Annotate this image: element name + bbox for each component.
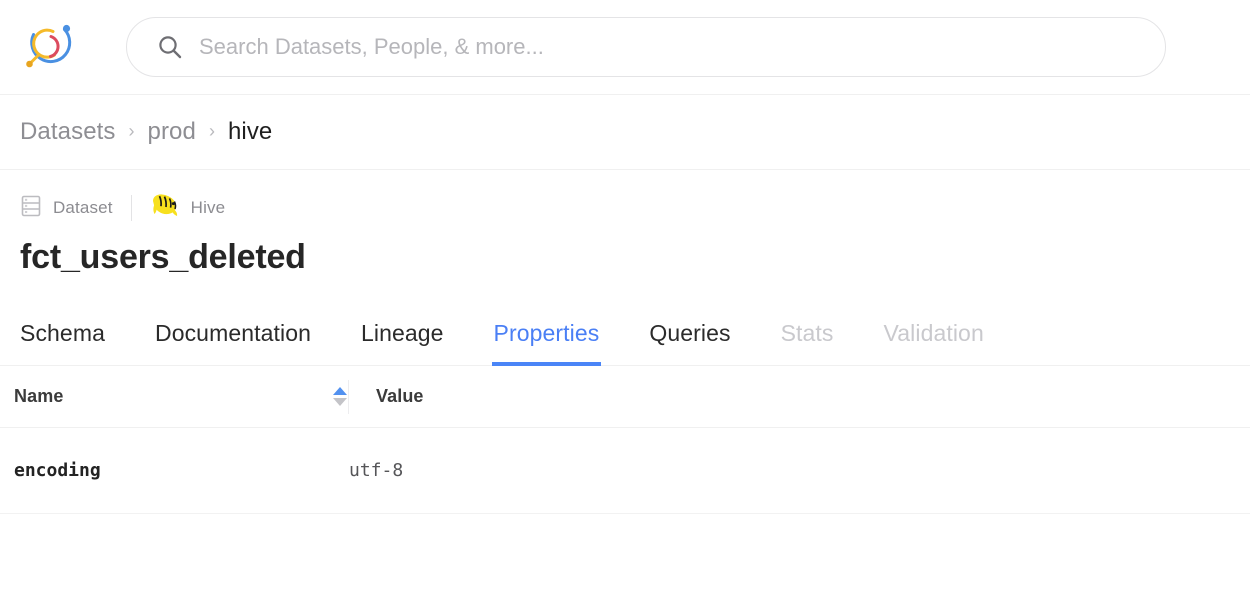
dataset-icon bbox=[20, 194, 42, 223]
top-navigation-bar bbox=[0, 0, 1250, 95]
datahub-logo[interactable] bbox=[18, 16, 80, 78]
breadcrumb-item-datasets[interactable]: Datasets bbox=[20, 118, 116, 146]
sort-toggle-name[interactable] bbox=[333, 387, 348, 406]
search-input[interactable] bbox=[199, 34, 1143, 60]
caret-up-icon[interactable] bbox=[333, 387, 347, 395]
column-divider bbox=[348, 379, 349, 414]
caret-down-icon[interactable] bbox=[333, 398, 347, 406]
search-bar[interactable] bbox=[126, 17, 1166, 77]
entity-tab-bar: Schema Documentation Lineage Properties … bbox=[0, 304, 1250, 366]
tab-queries[interactable]: Queries bbox=[649, 320, 730, 365]
page-title: fct_users_deleted bbox=[20, 238, 306, 276]
table-header-row: Name Value bbox=[0, 366, 1250, 428]
entity-platform-label: Hive bbox=[190, 198, 226, 217]
breadcrumb: Datasets › prod › hive bbox=[0, 95, 1250, 170]
breadcrumb-separator: › bbox=[128, 120, 135, 141]
table-body: encoding utf-8 bbox=[0, 428, 1250, 514]
entity-meta-row: Dataset Hive bbox=[20, 192, 1230, 225]
table-row[interactable]: encoding utf-8 bbox=[0, 428, 1250, 514]
search-icon bbox=[157, 34, 183, 60]
datahub-logo-icon bbox=[26, 24, 72, 68]
breadcrumb-item-hive[interactable]: hive bbox=[228, 118, 272, 146]
entity-type: Dataset bbox=[20, 194, 113, 223]
column-header-value-label: Value bbox=[376, 386, 424, 406]
property-value-cell: utf-8 bbox=[349, 460, 404, 481]
breadcrumb-item-prod[interactable]: prod bbox=[148, 118, 196, 146]
entity-platform: Hive bbox=[150, 192, 226, 225]
tab-stats: Stats bbox=[780, 320, 834, 346]
properties-table: Name Value encoding utf-8 bbox=[0, 366, 1250, 514]
entity-type-label: Dataset bbox=[53, 198, 113, 217]
property-name-cell: encoding bbox=[14, 460, 101, 481]
tab-validation: Validation bbox=[883, 320, 984, 346]
tab-properties[interactable]: Properties bbox=[491, 320, 602, 366]
column-header-value: Value bbox=[376, 386, 424, 407]
tab-schema[interactable]: Schema bbox=[20, 320, 105, 365]
entity-header: Dataset Hive fct_users_deleted bbox=[0, 170, 1250, 277]
column-header-name-label: Name bbox=[14, 386, 64, 406]
tab-lineage[interactable]: Lineage bbox=[361, 320, 444, 365]
breadcrumb-separator: › bbox=[208, 120, 215, 141]
meta-divider bbox=[130, 195, 132, 221]
hive-icon bbox=[150, 192, 180, 225]
column-header-name[interactable]: Name bbox=[14, 386, 348, 407]
tab-documentation[interactable]: Documentation bbox=[155, 320, 311, 365]
